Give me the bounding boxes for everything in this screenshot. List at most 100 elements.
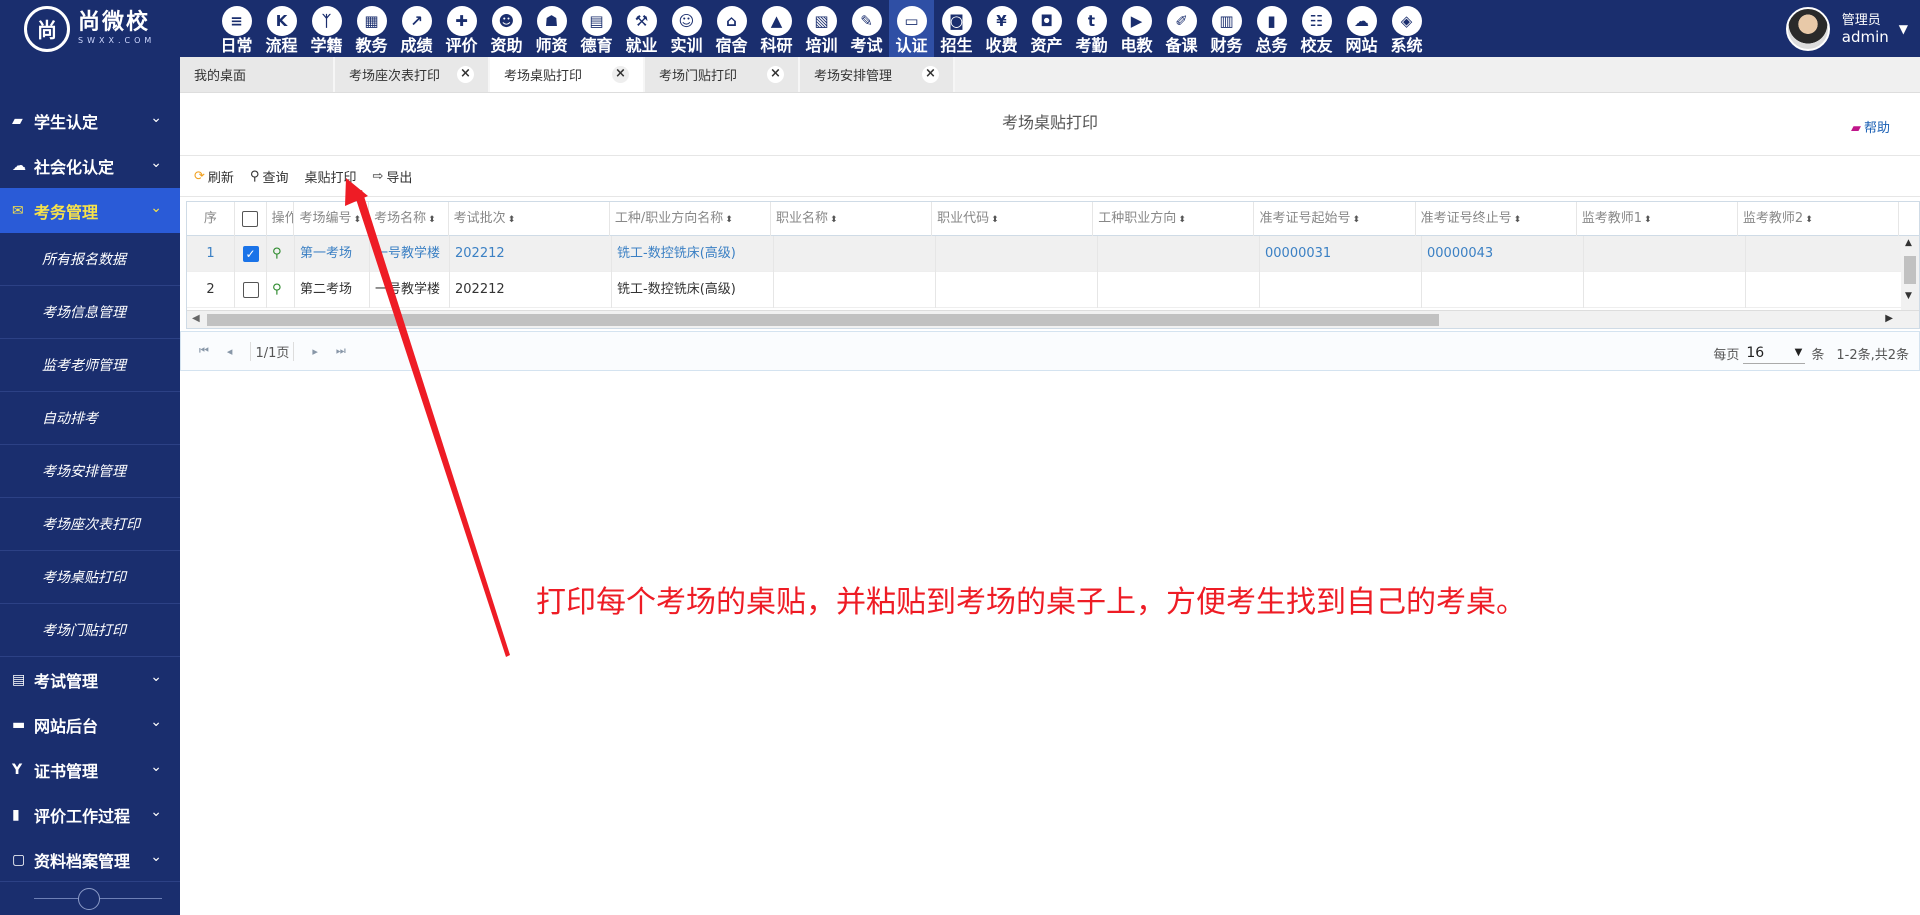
- module-home[interactable]: ⌂ 宿舍: [709, 0, 754, 57]
- column-header[interactable]: 职业名称 ⬍: [771, 202, 933, 236]
- column-header[interactable]: 职业代码 ⬍: [932, 202, 1094, 236]
- search-icon[interactable]: ⚲: [272, 282, 282, 297]
- tab[interactable]: 考场桌贴打印 ×: [490, 57, 645, 92]
- sort-icon[interactable]: ⬍: [428, 215, 436, 225]
- sort-icon[interactable]: ⬍: [1178, 215, 1186, 225]
- scroll-up-icon[interactable]: ▲: [1905, 238, 1912, 248]
- sidebar-group[interactable]: Y 证书管理 ⌄: [0, 747, 180, 792]
- module-train[interactable]: ◘ 资产: [1024, 0, 1069, 57]
- module-cube[interactable]: ◈ 系统: [1384, 0, 1429, 57]
- module-yen[interactable]: ¥ 收费: [979, 0, 1024, 57]
- sort-icon[interactable]: ⬍: [830, 215, 838, 225]
- sort-icon[interactable]: ⬍: [725, 215, 733, 225]
- sidebar-item[interactable]: 考场信息管理: [0, 286, 180, 339]
- column-header[interactable]: 考试批次 ⬍: [449, 202, 610, 236]
- module-flow[interactable]: K 流程: [259, 0, 304, 57]
- query-button[interactable]: ⚲ 查询: [250, 167, 289, 186]
- search-icon[interactable]: ⚲: [272, 246, 282, 261]
- sidebar-item[interactable]: 考场安排管理: [0, 445, 180, 498]
- module-edit[interactable]: ✐ 备课: [1159, 0, 1204, 57]
- module-calendar[interactable]: ▦ 教务: [349, 0, 394, 57]
- module-tumblr[interactable]: t 考勤: [1069, 0, 1114, 57]
- table-row[interactable]: 2 ⚲ 第二考场 一号教学楼 202212 铣工-数控铣床(高级): [187, 272, 1919, 308]
- close-icon[interactable]: ×: [612, 66, 629, 83]
- sidebar-item[interactable]: 所有报名数据: [0, 233, 180, 286]
- sidebar-item[interactable]: 考场座次表打印: [0, 498, 180, 551]
- module-chart[interactable]: ↗ 成绩: [394, 0, 439, 57]
- sidebar-item[interactable]: 考场桌贴打印: [0, 551, 180, 604]
- sidebar-group[interactable]: ▮ 评价工作过程 ⌄: [0, 792, 180, 837]
- sort-icon[interactable]: ⬍: [1352, 215, 1360, 225]
- horizontal-scrollbar[interactable]: ◀ ▶: [187, 310, 1919, 328]
- help-link[interactable]: ▰ 帮助: [1851, 117, 1890, 136]
- vertical-scroll-thumb[interactable]: [1904, 256, 1916, 284]
- scroll-down-icon[interactable]: ▼: [1905, 291, 1912, 301]
- sidebar-group[interactable]: ☁ 社会化认定 ⌄: [0, 143, 180, 188]
- module-book[interactable]: ▤ 德育: [574, 0, 619, 57]
- select-all-checkbox[interactable]: [242, 210, 259, 227]
- tab[interactable]: 考场座次表打印 ×: [335, 57, 490, 92]
- module-robot[interactable]: ☺ 实训: [664, 0, 709, 57]
- module-users[interactable]: ☷ 校友: [1294, 0, 1339, 57]
- module-cloud[interactable]: ☁ 网站: [1339, 0, 1384, 57]
- print-desk-label-button[interactable]: 桌贴打印: [304, 167, 356, 186]
- scroll-right-icon[interactable]: ▶: [1885, 313, 1893, 324]
- table-row[interactable]: 1 ✓ ⚲ 第一考场 一号教学楼 202212 铣工-数控铣床(高级) 00000031 000…: [187, 236, 1919, 272]
- sort-icon[interactable]: ⬍: [508, 215, 516, 225]
- module-file-video[interactable]: ▶ 电教: [1114, 0, 1159, 57]
- scroll-left-icon[interactable]: ◀: [192, 313, 200, 324]
- sort-icon[interactable]: ⬍: [353, 215, 361, 225]
- column-header[interactable]: 工种/职业方向名称 ⬍: [610, 202, 771, 236]
- tab[interactable]: 我的桌面: [180, 57, 335, 92]
- last-page-icon[interactable]: ⏭: [336, 344, 346, 358]
- column-header[interactable]: 准考证号终止号 ⬍: [1416, 202, 1577, 236]
- sort-icon[interactable]: ⬍: [1644, 215, 1652, 225]
- sidebar-item[interactable]: 自动排考: [0, 392, 180, 445]
- module-monitor[interactable]: ▭ 认证: [889, 0, 934, 57]
- horizontal-scroll-thumb[interactable]: [207, 314, 1439, 326]
- column-header[interactable]: 考场名称 ⬍: [369, 202, 449, 236]
- module-hammer[interactable]: ⚒ 就业: [619, 0, 664, 57]
- vertical-scrollbar[interactable]: ▲ ▼: [1901, 236, 1919, 312]
- module-newspaper[interactable]: ▥ 财务: [1204, 0, 1249, 57]
- app-logo[interactable]: 尚 尚微校 SWXX.COM: [0, 0, 178, 57]
- tab[interactable]: 考场安排管理 ×: [800, 57, 955, 92]
- module-document[interactable]: ≡ 日常: [214, 0, 259, 57]
- module-student[interactable]: ᛉ 学籍: [304, 0, 349, 57]
- column-header[interactable]: 考场编号 ⬍: [294, 202, 370, 236]
- next-page-icon[interactable]: ▸: [312, 345, 318, 358]
- prev-page-icon[interactable]: ◂: [227, 345, 233, 358]
- sidebar-group[interactable]: ▢ 资料档案管理 ⌄: [0, 837, 180, 882]
- module-bar-chart[interactable]: ▮ 总务: [1249, 0, 1294, 57]
- user-menu[interactable]: 管理员 admin ▼: [1785, 0, 1920, 57]
- sidebar-item[interactable]: 监考老师管理: [0, 339, 180, 392]
- per-page-select[interactable]: 16 ▼: [1743, 342, 1806, 364]
- sort-icon[interactable]: ⬍: [991, 215, 999, 225]
- module-teacher[interactable]: ☗ 师资: [529, 0, 574, 57]
- sidebar-item[interactable]: 考场门贴打印: [0, 604, 180, 657]
- sidebar-group[interactable]: ▤ 考试管理 ⌄: [0, 657, 180, 702]
- row-checkbox[interactable]: ✓: [242, 245, 259, 262]
- first-page-icon[interactable]: ⏮: [199, 344, 209, 358]
- caret-down-icon[interactable]: ▼: [1899, 22, 1908, 36]
- close-icon[interactable]: ×: [767, 66, 784, 83]
- module-wrench[interactable]: ✎ 考试: [844, 0, 889, 57]
- sort-icon[interactable]: ⬍: [1805, 215, 1813, 225]
- column-header[interactable]: 准考证号起始号 ⬍: [1254, 202, 1416, 236]
- column-header[interactable]: 工种职业方向 ⬍: [1093, 202, 1255, 236]
- sidebar-group[interactable]: ▰ 学生认定 ⌄: [0, 98, 180, 143]
- sidebar-collapse-handle[interactable]: [78, 888, 100, 910]
- sidebar-group[interactable]: ▬ 网站后台 ⌄: [0, 702, 180, 747]
- row-checkbox[interactable]: [242, 281, 259, 298]
- close-icon[interactable]: ×: [922, 66, 939, 83]
- refresh-button[interactable]: ⟳ 刷新: [194, 167, 234, 186]
- avatar[interactable]: [1785, 6, 1830, 51]
- module-evaluate[interactable]: ✚ 评价: [439, 0, 484, 57]
- module-graduation[interactable]: ▲ 科研: [754, 0, 799, 57]
- sort-icon[interactable]: ⬍: [1514, 215, 1522, 225]
- module-image[interactable]: ▧ 培训: [799, 0, 844, 57]
- tab[interactable]: 考场门贴打印 ×: [645, 57, 800, 92]
- sidebar-group[interactable]: ✉ 考务管理 ⌄: [0, 188, 180, 233]
- module-person[interactable]: ☻ 资助: [484, 0, 529, 57]
- column-header[interactable]: 监考教师1 ⬍: [1577, 202, 1738, 236]
